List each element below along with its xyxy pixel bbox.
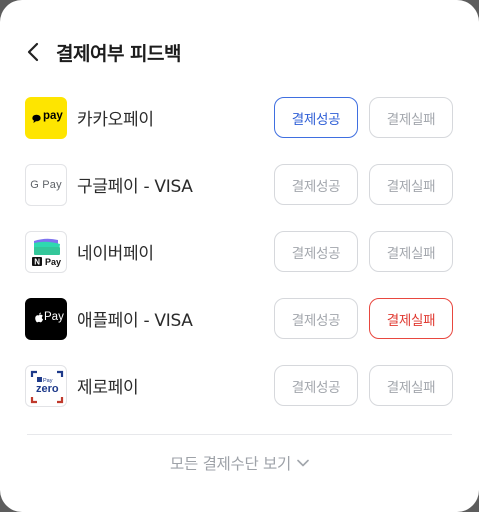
chevron-down-icon xyxy=(297,459,309,467)
payment-method-list: pay 카카오페이 결제성공 결제실패 G Pay 구글페이 - VISA 결제… xyxy=(0,84,479,419)
naverpay-logo: N Pay xyxy=(25,231,67,273)
svg-text:N: N xyxy=(34,258,40,267)
success-button[interactable]: 결제성공 xyxy=(274,164,358,205)
naverpay-logo-text: Pay xyxy=(45,257,62,267)
applepay-logo-text: Pay xyxy=(44,311,64,323)
back-arrow-icon[interactable] xyxy=(22,41,44,63)
payment-row-googlepay: G Pay 구글페이 - VISA 결제성공 결제실패 xyxy=(0,151,479,218)
kakaopay-logo-text: pay xyxy=(43,110,63,122)
kakaopay-logo: pay xyxy=(25,97,67,139)
googlepay-logo-text: G Pay xyxy=(30,179,62,191)
applepay-logo: Pay xyxy=(25,298,67,340)
fail-button[interactable]: 결제실패 xyxy=(369,231,453,272)
payment-name: 애플페이 - VISA xyxy=(77,311,193,331)
header: 결제여부 피드백 xyxy=(22,34,181,70)
payment-name: 네이버페이 xyxy=(77,244,154,264)
googlepay-logo: G Pay xyxy=(25,164,67,206)
fail-button[interactable]: 결제실패 xyxy=(369,97,453,138)
fail-button[interactable]: 결제실패 xyxy=(369,164,453,205)
divider xyxy=(27,434,452,435)
success-button[interactable]: 결제성공 xyxy=(274,298,358,339)
page-title: 결제여부 피드백 xyxy=(56,42,181,65)
success-button[interactable]: 결제성공 xyxy=(274,97,358,138)
zeropay-logo: Pay zero xyxy=(25,365,67,407)
payment-row-applepay: Pay 애플페이 - VISA 결제성공 결제실패 xyxy=(0,285,479,352)
zeropay-logo-text: zero xyxy=(36,383,59,395)
payment-row-kakaopay: pay 카카오페이 결제성공 결제실패 xyxy=(0,84,479,151)
payment-name: 카카오페이 xyxy=(77,110,154,130)
payment-name: 구글페이 - VISA xyxy=(77,177,193,197)
fail-button[interactable]: 결제실패 xyxy=(369,365,453,406)
fail-button[interactable]: 결제실패 xyxy=(369,298,453,339)
success-button[interactable]: 결제성공 xyxy=(274,365,358,406)
show-all-payment-methods-link[interactable]: 모든 결제수단 보기 xyxy=(0,452,479,474)
payment-name: 제로페이 xyxy=(77,378,139,398)
payment-row-naverpay: N Pay 네이버페이 결제성공 결제실패 xyxy=(0,218,479,285)
show-all-label: 모든 결제수단 보기 xyxy=(170,455,291,473)
success-button[interactable]: 결제성공 xyxy=(274,231,358,272)
feedback-card: 결제여부 피드백 pay 카카오페이 결제성공 결제실패 G Pay 구글페이 … xyxy=(0,0,479,512)
payment-row-zeropay: Pay zero 제로페이 결제성공 결제실패 xyxy=(0,352,479,419)
apple-icon xyxy=(35,312,43,323)
